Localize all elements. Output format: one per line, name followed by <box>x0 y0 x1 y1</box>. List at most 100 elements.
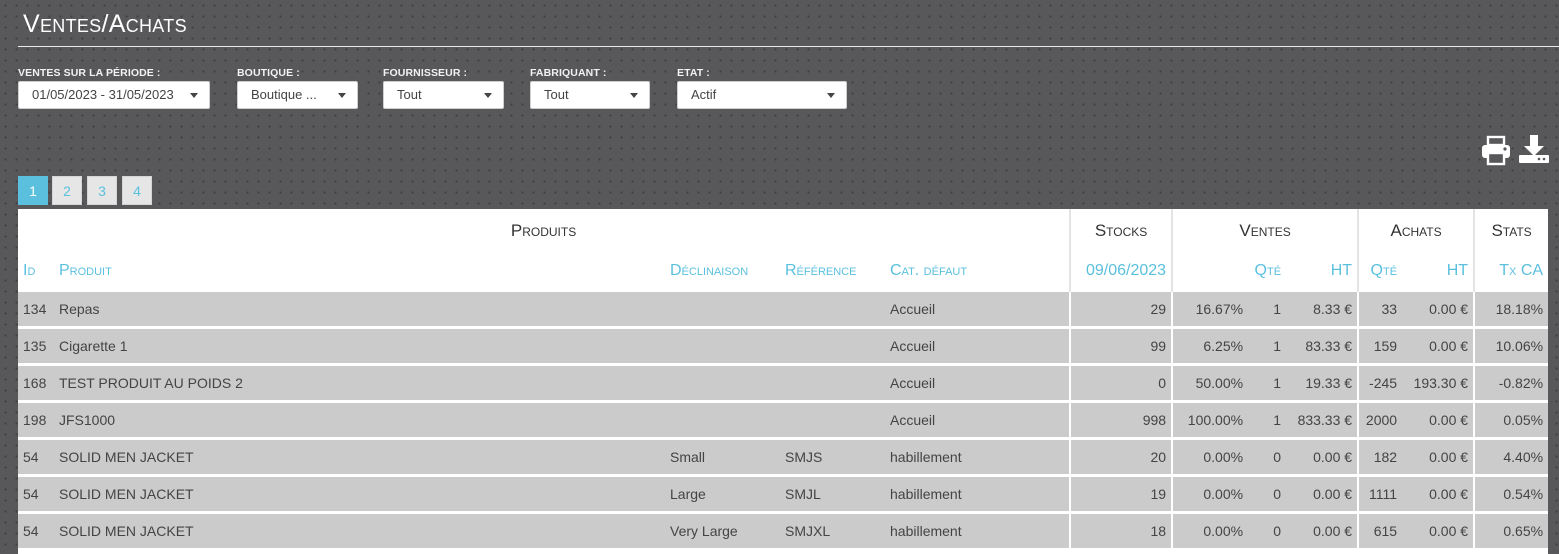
cell-tx: 0.65% <box>1473 512 1548 551</box>
column-header-row: Id Produit Déclinaison Référence Cat. dé… <box>18 252 1548 292</box>
fournisseur-select[interactable]: Tout <box>383 81 504 109</box>
col-stock-date[interactable]: 09/06/2023 <box>1069 252 1173 292</box>
table-body: 134 Repas Accueil 29 16.67% 1 8.33 €33 0.00 €18… <box>18 292 1548 551</box>
cell-vqte: 0 <box>1248 512 1287 551</box>
group-stocks: Stocks <box>1069 209 1173 252</box>
cell-tx: -0.82% <box>1473 364 1548 403</box>
col-achats-qte[interactable]: Qté <box>1357 252 1403 292</box>
table-row: 54 SOLID MEN JACKET Very Large SMJXL habille… <box>18 512 1548 551</box>
print-button[interactable] <box>1480 134 1512 171</box>
periode-select[interactable]: 01/05/2023 - 31/05/2023 <box>18 81 210 109</box>
sales-purchases-table: Produits Stocks Ventes Achats Stats Id P… <box>18 209 1548 551</box>
col-ventes-ht[interactable]: HT <box>1286 252 1359 292</box>
col-produit[interactable]: Produit <box>54 252 665 292</box>
cell-tx: 0.54% <box>1473 475 1548 514</box>
cell-cat: habillement <box>885 475 1071 514</box>
cell-tx: 4.40% <box>1473 438 1548 477</box>
cell-produit: SOLID MEN JACKET <box>54 475 665 514</box>
cell-vht: 83.33 € <box>1286 327 1359 366</box>
table-row: 135 Cigarette 1 Accueil 99 6.25% 1 83.33 €159 0… <box>18 327 1548 366</box>
group-header-row: Produits Stocks Ventes Achats Stats <box>18 209 1548 252</box>
col-tx-ca[interactable]: Tx CA <box>1473 252 1548 292</box>
col-achats-ht[interactable]: HT <box>1402 252 1475 292</box>
col-ventes-qte[interactable]: Qté <box>1248 252 1287 292</box>
cell-reference: SMJL <box>780 475 885 514</box>
cell-cat: habillement <box>885 512 1071 551</box>
fournisseur-select-value: Tout <box>397 87 422 102</box>
download-button[interactable] <box>1517 134 1551 171</box>
cell-pct: 0.00% <box>1171 475 1249 514</box>
cell-vht: 0.00 € <box>1286 438 1359 477</box>
cell-produit: TEST PRODUIT AU POIDS 2 <box>54 364 665 403</box>
cell-pct: 6.25% <box>1171 327 1249 366</box>
table-row: 134 Repas Accueil 29 16.67% 1 8.33 €33 0.00 €18… <box>18 292 1548 329</box>
cell-aqte: 615 <box>1357 512 1403 551</box>
etat-select-value: Actif <box>691 87 717 102</box>
group-achats: Achats <box>1357 209 1475 252</box>
cell-reference: SMJXL <box>780 512 885 551</box>
cell-reference <box>780 364 885 403</box>
cell-stock: 0 <box>1069 364 1173 403</box>
cell-stock: 19 <box>1069 475 1173 514</box>
cell-produit: SOLID MEN JACKET <box>54 438 665 477</box>
cell-produit: JFS1000 <box>54 401 665 440</box>
cell-cat: habillement <box>885 438 1071 477</box>
cell-produit: Cigarette 1 <box>54 327 665 366</box>
download-icon <box>1519 135 1549 163</box>
filter-boutique-label: Boutique : <box>237 67 300 79</box>
page-3-button[interactable]: 3 <box>87 176 117 205</box>
col-ventes-pct <box>1171 252 1249 292</box>
cell-cat: Accueil <box>885 292 1071 329</box>
periode-select-value: 01/05/2023 - 31/05/2023 <box>32 87 174 102</box>
cell-reference <box>780 401 885 440</box>
caret-down-icon <box>338 93 346 98</box>
cell-vht: 0.00 € <box>1286 475 1359 514</box>
cell-aqte: 182 <box>1357 438 1403 477</box>
fabriquant-select[interactable]: Tout <box>530 81 650 109</box>
col-reference[interactable]: Référence <box>780 252 885 292</box>
cell-id: 134 <box>18 292 54 329</box>
filter-etat: Etat : Actif <box>677 66 847 109</box>
filter-etat-label: Etat : <box>677 67 710 79</box>
table-row: 54 SOLID MEN JACKET Small SMJS habillement 20… <box>18 438 1548 477</box>
filter-boutique: Boutique : Boutique ... <box>237 66 358 109</box>
cell-pct: 0.00% <box>1171 438 1249 477</box>
etat-select[interactable]: Actif <box>677 81 847 109</box>
cell-aht: 193.30 € <box>1402 364 1475 403</box>
fabriquant-select-value: Tout <box>544 87 569 102</box>
cell-aht: 0.00 € <box>1402 401 1475 440</box>
filter-periode-label: Ventes sur la période : <box>18 67 161 79</box>
page-2-button[interactable]: 2 <box>52 176 82 205</box>
cell-declinaison: Small <box>665 438 780 477</box>
cell-declinaison <box>665 364 780 403</box>
cell-pct: 50.00% <box>1171 364 1249 403</box>
cell-id: 54 <box>18 475 54 514</box>
table-row: 54 SOLID MEN JACKET Large SMJL habillement 19… <box>18 475 1548 514</box>
boutique-select[interactable]: Boutique ... <box>237 81 358 109</box>
cell-tx: 0.05% <box>1473 401 1548 440</box>
caret-down-icon <box>484 93 492 98</box>
filter-fabriquant: Fabriquant : Tout <box>530 66 650 109</box>
cell-tx: 10.06% <box>1473 327 1548 366</box>
cell-stock: 18 <box>1069 512 1173 551</box>
cell-aqte: 159 <box>1357 327 1403 366</box>
col-cat-defaut[interactable]: Cat. défaut <box>885 252 1071 292</box>
page-4-button[interactable]: 4 <box>122 176 152 205</box>
cell-aqte: 33 <box>1357 292 1403 329</box>
col-declinaison[interactable]: Déclinaison <box>665 252 780 292</box>
filter-fabriquant-label: Fabriquant : <box>530 67 607 79</box>
cell-cat: Accueil <box>885 327 1071 366</box>
cell-produit: Repas <box>54 292 665 329</box>
caret-down-icon <box>827 93 835 98</box>
cell-aqte: -245 <box>1357 364 1403 403</box>
cell-pct: 0.00% <box>1171 512 1249 551</box>
col-id[interactable]: Id <box>18 252 54 292</box>
cell-aht: 0.00 € <box>1402 512 1475 551</box>
cell-aht: 0.00 € <box>1402 292 1475 329</box>
title-divider <box>18 46 1559 47</box>
page-1-button[interactable]: 1 <box>18 176 48 205</box>
boutique-select-value: Boutique ... <box>251 87 317 102</box>
cell-declinaison: Large <box>665 475 780 514</box>
table-row: 168 TEST PRODUIT AU POIDS 2 Accueil 0 50.00%… <box>18 364 1548 403</box>
group-ventes: Ventes <box>1171 209 1359 252</box>
